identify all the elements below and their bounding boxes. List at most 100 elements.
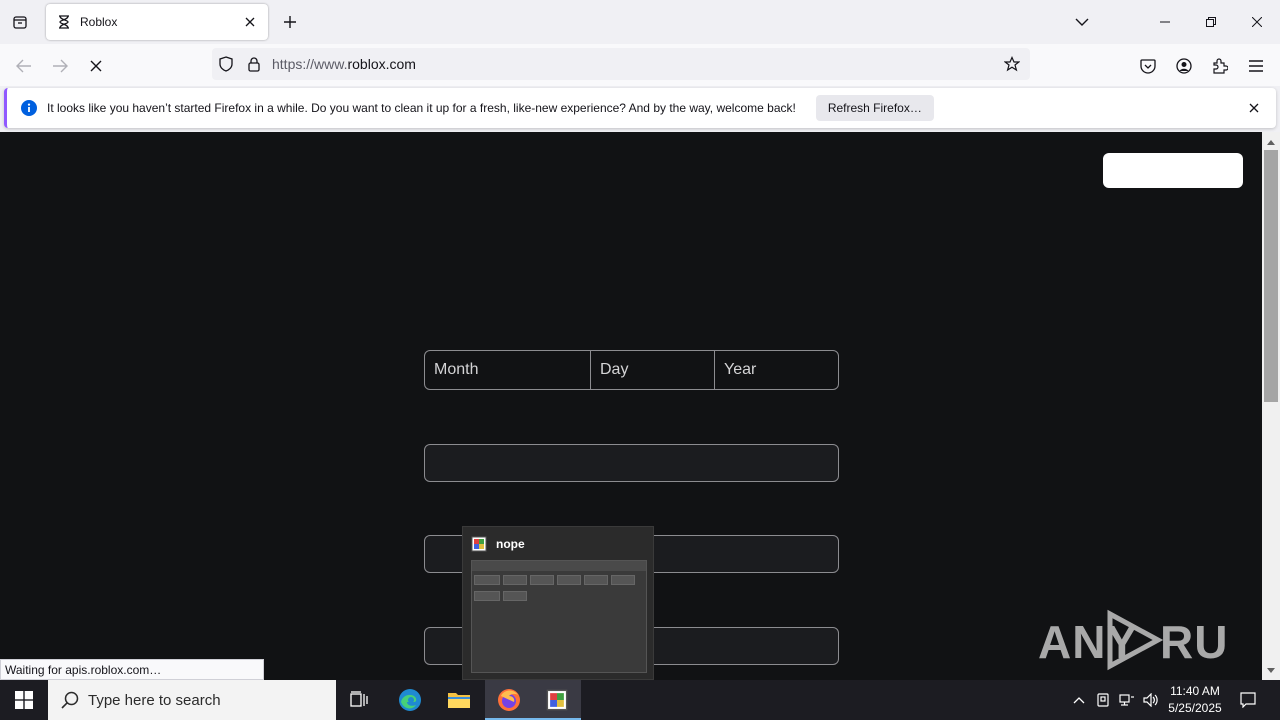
hamburger-menu-icon (1249, 60, 1263, 72)
preview-titlebar (472, 561, 646, 571)
hourglass-icon (56, 14, 72, 30)
preview-button (474, 591, 500, 601)
preview-button (530, 575, 554, 585)
task-view-icon (350, 691, 368, 707)
edge-icon (399, 689, 421, 711)
bookmark-star-icon[interactable] (998, 50, 1026, 78)
windows-logo-icon (15, 691, 33, 709)
url-text: https://www.roblox.com (272, 56, 998, 72)
close-window-button[interactable] (1234, 0, 1280, 44)
taskbar-window-preview[interactable]: nope (462, 526, 654, 680)
tab-roblox[interactable]: Roblox (46, 4, 268, 40)
notification-close-icon[interactable] (1246, 100, 1262, 116)
url-domain: roblox.com (347, 56, 416, 72)
navigation-toolbar: https://www.roblox.com (0, 44, 1280, 86)
minimize-button[interactable] (1142, 0, 1188, 44)
header-button[interactable] (1103, 153, 1243, 188)
preview-button (474, 575, 500, 585)
shield-icon[interactable] (212, 50, 240, 78)
info-icon (21, 100, 37, 116)
extensions-button[interactable] (1206, 52, 1234, 80)
folder-icon (448, 693, 470, 708)
restore-button[interactable] (1188, 0, 1234, 44)
month-select[interactable]: Month (425, 351, 590, 389)
preview-button (557, 575, 581, 585)
firefox-taskbar-button[interactable] (485, 680, 533, 720)
account-icon (1176, 58, 1192, 74)
firefox-view-icon (13, 16, 27, 29)
clock-date: 5/25/2025 (1168, 701, 1222, 715)
chevron-up-icon (1073, 696, 1085, 703)
year-select[interactable]: Year (714, 351, 838, 389)
taskbar-search-box[interactable]: Type here to search (48, 680, 336, 720)
stop-x-icon (90, 60, 102, 72)
network-tray-button[interactable] (1116, 680, 1138, 720)
refresh-firefox-button[interactable]: Refresh Firefox… (815, 95, 934, 121)
preview-button (503, 591, 527, 601)
account-button[interactable] (1170, 52, 1198, 80)
app-menu-button[interactable] (1242, 52, 1270, 80)
svg-text:RUN: RUN (1160, 616, 1228, 668)
new-tab-button[interactable] (278, 10, 302, 34)
scroll-down-arrow-icon[interactable] (1262, 662, 1280, 678)
preview-button (503, 575, 527, 585)
minimize-icon (1160, 21, 1170, 23)
anyrun-watermark: ANY RUN (1038, 608, 1228, 672)
close-icon (1252, 17, 1262, 27)
arrow-left-icon (16, 59, 31, 73)
back-button[interactable] (10, 52, 38, 80)
url-prefix: https://www. (272, 56, 348, 72)
volume-tray-button[interactable] (1140, 680, 1162, 720)
show-hidden-icons-button[interactable] (1068, 680, 1090, 720)
tab-strip: Roblox (0, 0, 1280, 44)
preview-title: nope (471, 536, 525, 552)
stop-button[interactable] (82, 52, 110, 80)
nope-app-taskbar-button[interactable] (533, 680, 581, 720)
start-button[interactable] (0, 680, 48, 720)
arrow-right-icon (53, 59, 68, 73)
taskbar-clock[interactable]: 11:40 AM 5/25/2025 (1160, 683, 1230, 717)
lock-icon[interactable] (240, 50, 268, 78)
edge-taskbar-button[interactable] (386, 680, 434, 720)
list-all-tabs-button[interactable] (1070, 10, 1094, 34)
action-center-button[interactable] (1234, 680, 1262, 720)
birthday-selector: Month Day Year (424, 350, 839, 390)
window-controls (1142, 0, 1280, 44)
network-icon (1119, 694, 1134, 706)
puzzle-icon (1213, 58, 1228, 74)
plus-icon (284, 16, 296, 28)
search-icon (60, 690, 80, 710)
preview-button (584, 575, 608, 585)
tab-close-icon[interactable] (242, 14, 258, 30)
preview-button (611, 575, 635, 585)
tab-title: Roblox (80, 15, 118, 29)
notification-message: It looks like you haven’t started Firefo… (47, 101, 796, 115)
app-window-icon (471, 536, 487, 552)
pocket-icon (1140, 58, 1156, 74)
page-scrollbar[interactable] (1262, 132, 1280, 680)
tray-app-icon[interactable] (1092, 680, 1114, 720)
clock-time: 11:40 AM (1170, 684, 1220, 698)
file-explorer-taskbar-button[interactable] (435, 680, 483, 720)
anyrun-logo-icon: ANY RUN (1038, 609, 1228, 671)
refresh-firefox-notification: It looks like you haven’t started Firefo… (4, 88, 1276, 128)
notification-icon (1240, 692, 1256, 708)
firefox-view-button[interactable] (8, 10, 32, 34)
desktop-screen: Roblox https://www.roblox.com It looks l… (0, 0, 1280, 720)
app-window-icon (546, 689, 568, 711)
pocket-button[interactable] (1134, 52, 1162, 80)
firefox-icon (498, 689, 520, 711)
username-input[interactable] (424, 444, 839, 482)
scrollbar-thumb[interactable] (1264, 150, 1278, 402)
day-select[interactable]: Day (590, 351, 714, 389)
scroll-up-arrow-icon[interactable] (1262, 134, 1280, 150)
chevron-down-icon (1075, 18, 1089, 26)
search-placeholder: Type here to search (88, 691, 221, 709)
preview-title-text: nope (496, 537, 525, 551)
url-bar[interactable]: https://www.roblox.com (212, 48, 1030, 80)
restore-icon (1206, 17, 1216, 27)
forward-button[interactable] (46, 52, 74, 80)
task-view-button[interactable] (336, 680, 384, 720)
speaker-icon (1143, 693, 1158, 707)
windows-taskbar: Type here to search 11:40 AM 5/25/2025 (0, 680, 1280, 720)
